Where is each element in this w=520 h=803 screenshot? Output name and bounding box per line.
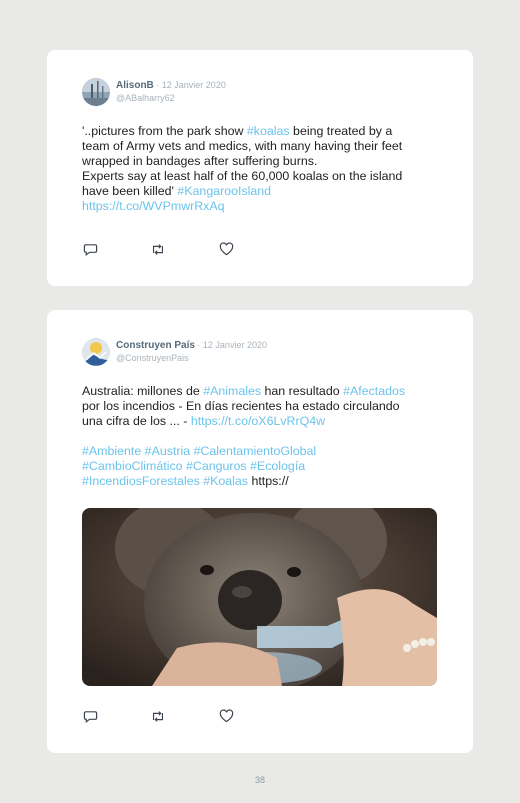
- reply-icon[interactable]: [82, 708, 98, 724]
- tweet-text: '..pictures from the park show #koalas b…: [82, 124, 442, 214]
- tweet-header: Construyen País · 12 Janvier 2020 @Const…: [82, 338, 267, 366]
- tweet-text-line: #Ambiente #Austria #CalentamientoGlobal: [82, 444, 442, 459]
- tweet-text-line: wrapped in bandages after suffering burn…: [82, 154, 442, 169]
- tweet-text-segment: being treated by a: [289, 124, 393, 138]
- tweet-text-line: have been killed' #KangarooIsland: [82, 184, 442, 199]
- hashtag-link[interactable]: https://t.co/oX6LvRrQ4w: [191, 414, 325, 428]
- tweet-text-line: Australia: millones de #Animales han res…: [82, 384, 442, 399]
- tweet-text-line: [82, 429, 442, 444]
- hashtag-link[interactable]: #CambioClimático #Canguros #Ecología: [82, 459, 305, 473]
- tweet-card[interactable]: AlisonB · 12 Janvier 2020 @ABalharry62 '…: [47, 50, 473, 286]
- hashtag-link[interactable]: https://t.co/WVPmwrRxAq: [82, 199, 225, 213]
- heart-icon[interactable]: [218, 708, 234, 724]
- tweet-text-segment: han resultado: [261, 384, 344, 398]
- hashtag-link[interactable]: #koalas: [247, 124, 290, 138]
- tweet-header: AlisonB · 12 Janvier 2020 @ABalharry62: [82, 78, 226, 106]
- tweet-text-segment: '..pictures from the park show: [82, 124, 247, 138]
- author-name[interactable]: AlisonB: [116, 80, 154, 91]
- tweet-text-segment: una cifra de los ... -: [82, 414, 191, 428]
- tweet-text-line: team of Army vets and medics, with many …: [82, 139, 442, 154]
- tweet-image[interactable]: [82, 508, 437, 686]
- tweet-text-line: '..pictures from the park show #koalas b…: [82, 124, 442, 139]
- author-handle[interactable]: @ConstruyenPais: [116, 352, 267, 364]
- retweet-icon[interactable]: [150, 708, 166, 724]
- hashtag-link[interactable]: #KangarooIsland: [177, 184, 271, 198]
- page-number: 38: [254, 775, 265, 785]
- hashtag-link[interactable]: #Ambiente #Austria #CalentamientoGlobal: [82, 444, 316, 458]
- tweet-text-segment: team of Army vets and medics, with many …: [82, 139, 403, 153]
- hashtag-link[interactable]: #Animales: [203, 384, 261, 398]
- tweet-text-segment: Experts say at least half of the 60,000 …: [82, 169, 403, 183]
- author-name[interactable]: Construyen País: [116, 340, 195, 351]
- tweet-text-segment: wrapped in bandages after suffering burn…: [82, 154, 318, 168]
- tweet-text-line: #IncendiosForestales #Koalas https://: [82, 474, 442, 489]
- tweet-actions: [82, 241, 234, 257]
- tweet-date: · 12 Janvier 2020: [153, 80, 226, 90]
- avatar[interactable]: [82, 338, 110, 366]
- heart-icon[interactable]: [218, 241, 234, 257]
- tweet-text-segment: have been killed': [82, 184, 178, 198]
- tweet-text-segment: Australia: millones de: [82, 384, 204, 398]
- tweet-text-line: una cifra de los ... - https://t.co/oX6L…: [82, 414, 442, 429]
- tweet-card[interactable]: Construyen País · 12 Janvier 2020 @Const…: [47, 310, 473, 753]
- tweet-actions: [82, 708, 234, 724]
- tweet-text-line: por los incendios - En días recientes ha…: [82, 399, 442, 414]
- author-handle[interactable]: @ABalharry62: [116, 92, 226, 104]
- retweet-icon[interactable]: [150, 241, 166, 257]
- tweet-text-line: https://t.co/WVPmwrRxAq: [82, 199, 442, 214]
- hashtag-link[interactable]: #IncendiosForestales #Koalas: [82, 474, 248, 488]
- tweet-text-segment: por los incendios - En días recientes ha…: [82, 399, 400, 413]
- hashtag-link[interactable]: #Afectados: [343, 384, 405, 398]
- tweet-text: Australia: millones de #Animales han res…: [82, 384, 442, 489]
- avatar[interactable]: [82, 78, 110, 106]
- tweet-text-segment: https://: [248, 474, 289, 488]
- tweet-text-line: #CambioClimático #Canguros #Ecología: [82, 459, 442, 474]
- tweet-text-line: Experts say at least half of the 60,000 …: [82, 169, 442, 184]
- reply-icon[interactable]: [82, 241, 98, 257]
- tweet-date: · 12 Janvier 2020: [194, 340, 267, 350]
